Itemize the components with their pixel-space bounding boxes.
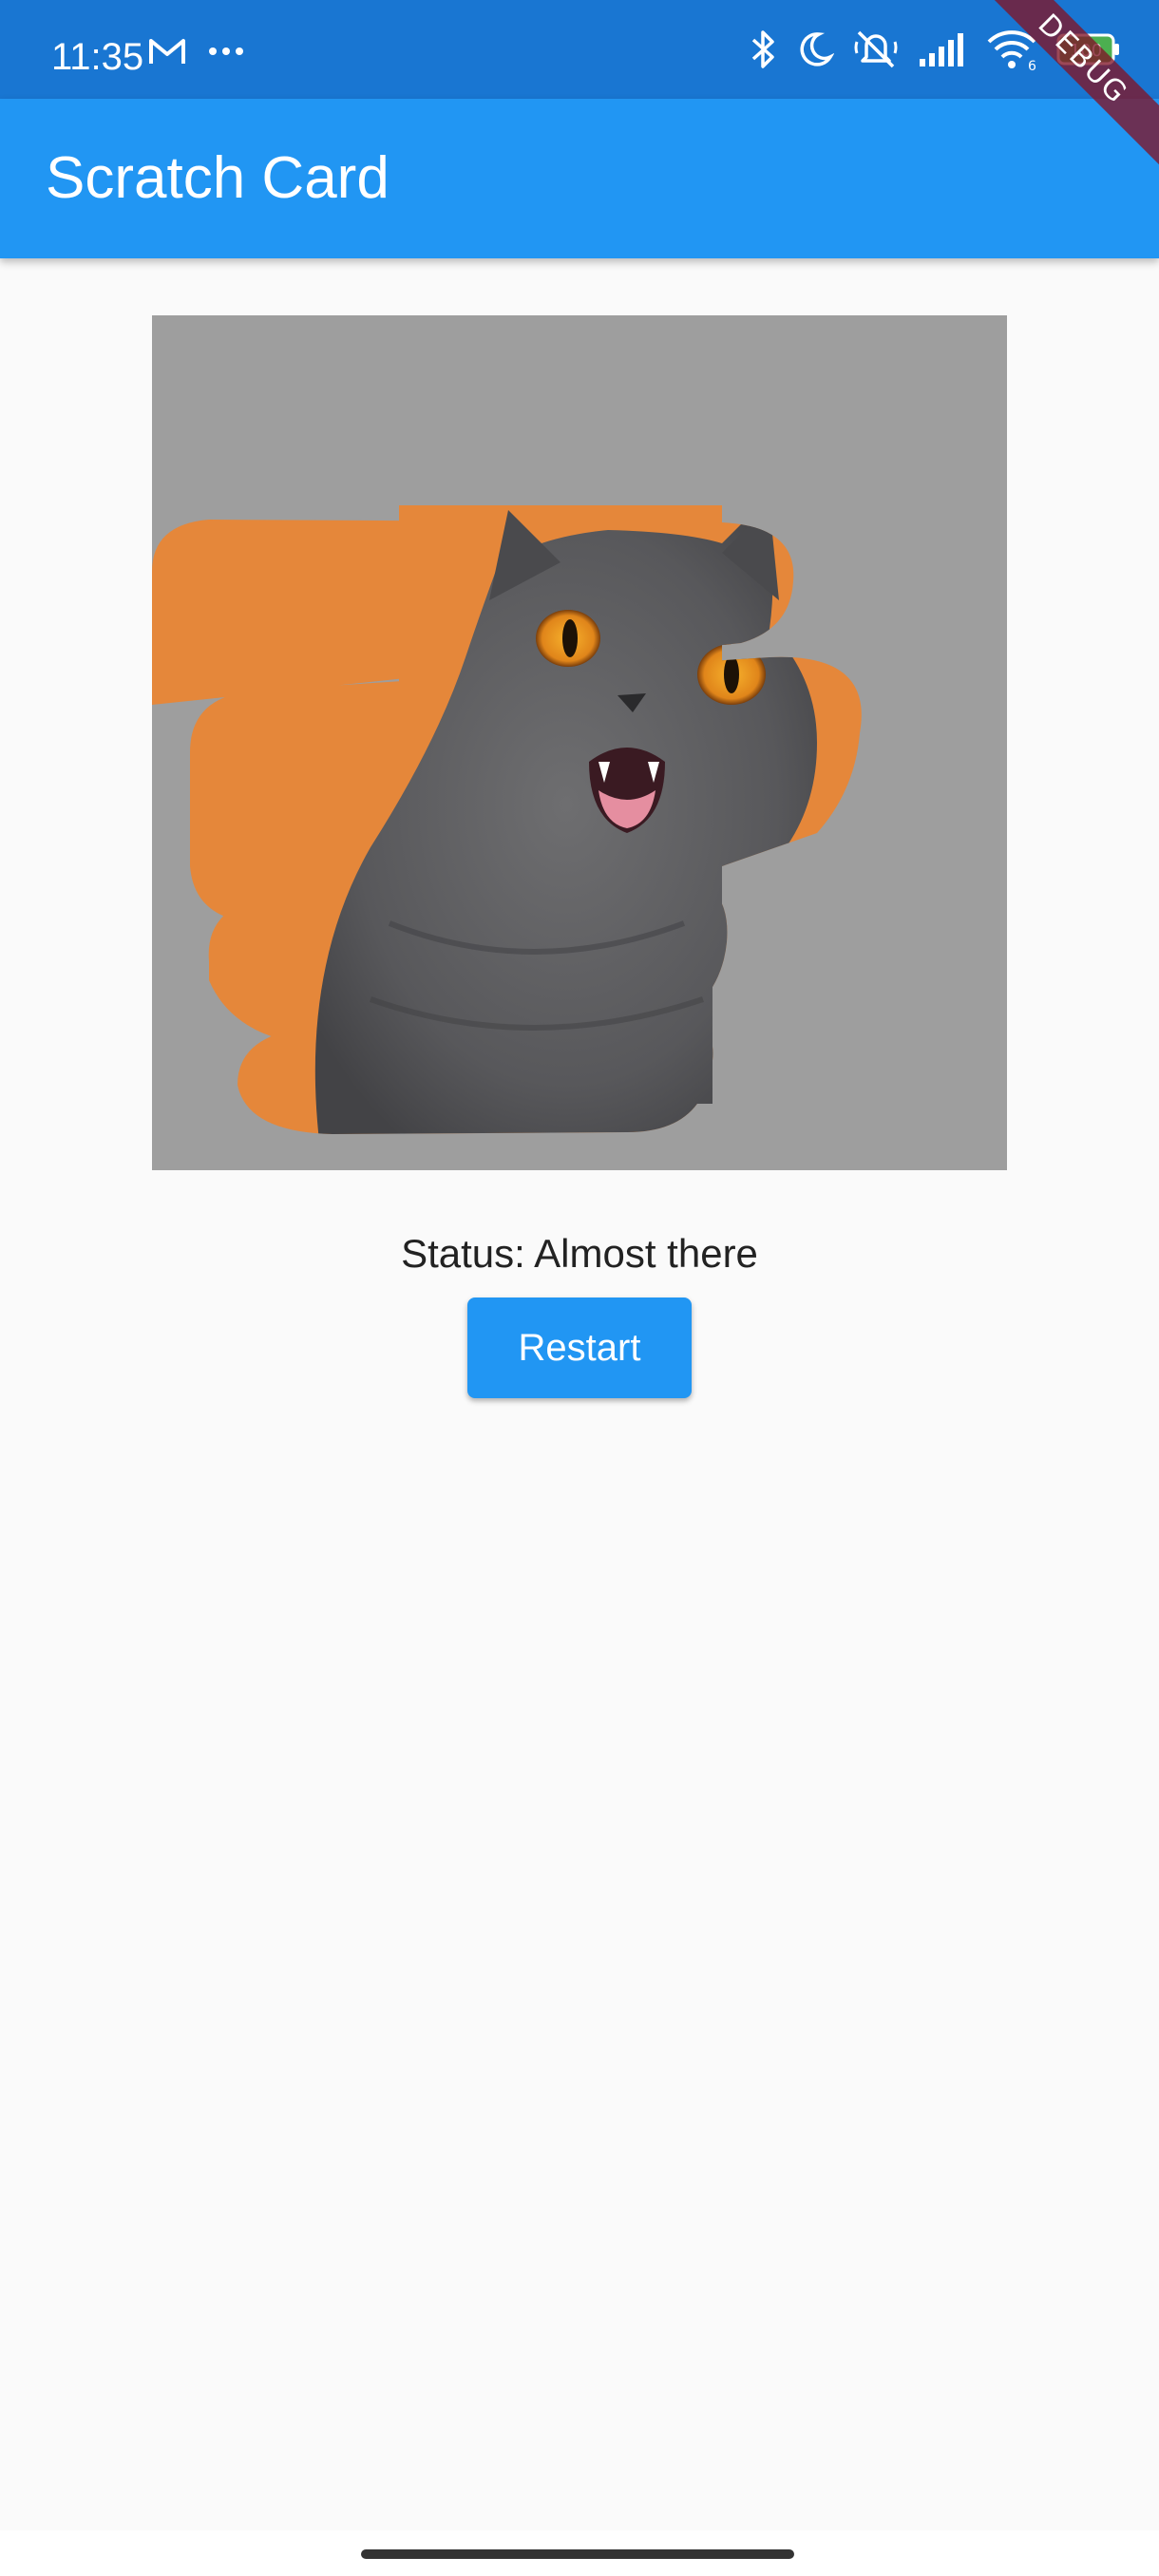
- bluetooth-icon: [749, 28, 777, 70]
- status-time: 11:35: [51, 36, 144, 78]
- gmail-icon: [148, 36, 186, 66]
- page-title: Scratch Card: [46, 145, 390, 211]
- status-icons-left: [148, 36, 245, 66]
- more-dots-icon: [207, 46, 245, 57]
- status-text: Status: Almost there: [401, 1231, 758, 1276]
- revealed-image: [152, 505, 862, 1134]
- app-bar: Scratch Card: [0, 99, 1159, 258]
- status-bar: 11:35 6: [0, 0, 1159, 99]
- restart-button[interactable]: Restart: [467, 1297, 692, 1398]
- home-indicator[interactable]: [361, 2549, 794, 2559]
- scratch-card-canvas[interactable]: [152, 315, 1007, 1170]
- wifi-label: 6: [1028, 59, 1036, 70]
- moon-icon: [796, 30, 834, 68]
- mute-icon: [853, 28, 899, 70]
- signal-icon: [918, 30, 967, 68]
- scratch-card[interactable]: [152, 315, 1007, 1170]
